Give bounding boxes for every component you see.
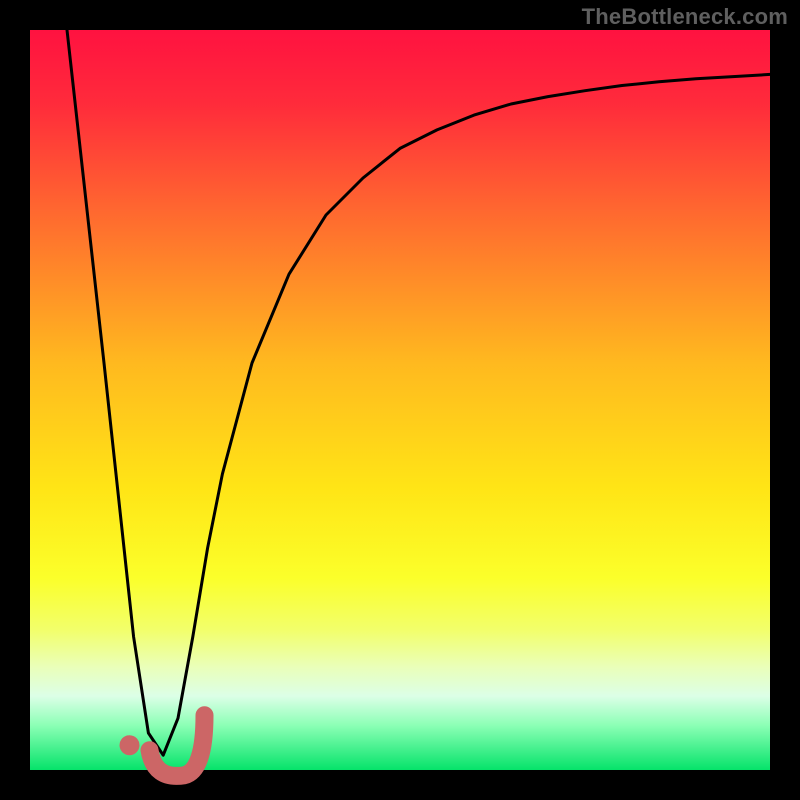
chart-svg <box>0 0 800 800</box>
hook-dot-icon <box>120 735 140 755</box>
plot-background <box>30 30 770 770</box>
chart-container: TheBottleneck.com <box>0 0 800 800</box>
watermark-text: TheBottleneck.com <box>582 4 788 30</box>
plot-area <box>30 30 770 776</box>
